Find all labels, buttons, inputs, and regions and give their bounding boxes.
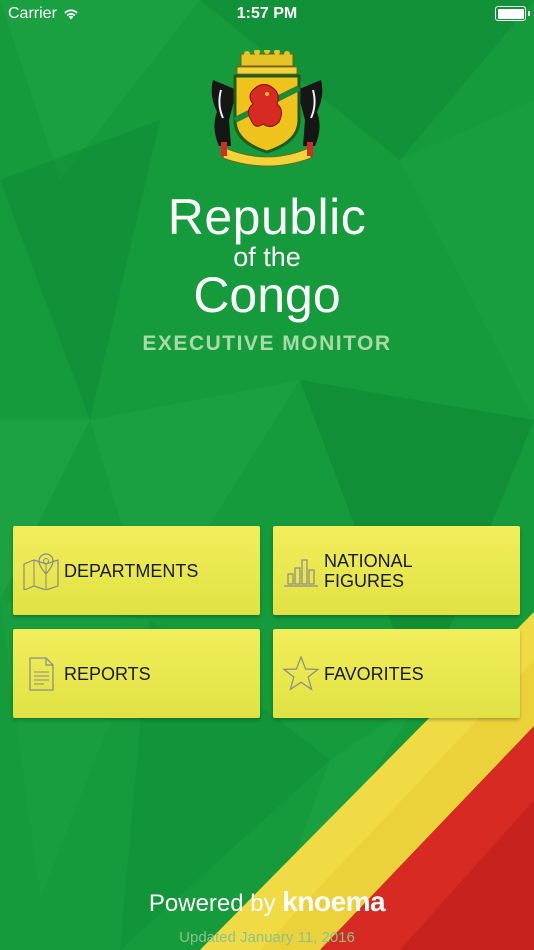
document-icon: [29, 656, 54, 691]
departments-label: DEPARTMENTS: [64, 560, 199, 581]
coat-of-arms-emblem: [211, 50, 323, 167]
battery-icon: [495, 6, 530, 21]
bar-chart-icon: [284, 558, 318, 587]
title-congo: Congo: [193, 267, 341, 323]
favorites-button[interactable]: FAVORITES: [273, 629, 520, 718]
reports-button[interactable]: REPORTS: [13, 629, 260, 718]
reports-label: REPORTS: [64, 663, 151, 684]
departments-button[interactable]: DEPARTMENTS: [13, 526, 260, 615]
clock: 1:57 PM: [236, 5, 298, 22]
national-figures-button[interactable]: NATIONAL FIGURES: [273, 526, 520, 615]
title-republic: Republic: [167, 189, 367, 245]
map-pin-icon: [23, 552, 59, 590]
app-subtitle: EXECUTIVE MONITOR: [142, 332, 392, 355]
favorites-label: FAVORITES: [324, 663, 424, 684]
star-icon: [282, 654, 320, 691]
status-bar: Carrier 1:57 PM: [0, 0, 534, 28]
updated-date: Updated January 11, 2016: [179, 929, 355, 946]
powered-by-label: Powered by: [148, 890, 276, 917]
national-figures-label: NATIONAL FIGURES: [324, 550, 413, 591]
powered-by-footer: Powered by knoema: [0, 886, 534, 918]
knoema-logo: knoema: [282, 886, 386, 917]
